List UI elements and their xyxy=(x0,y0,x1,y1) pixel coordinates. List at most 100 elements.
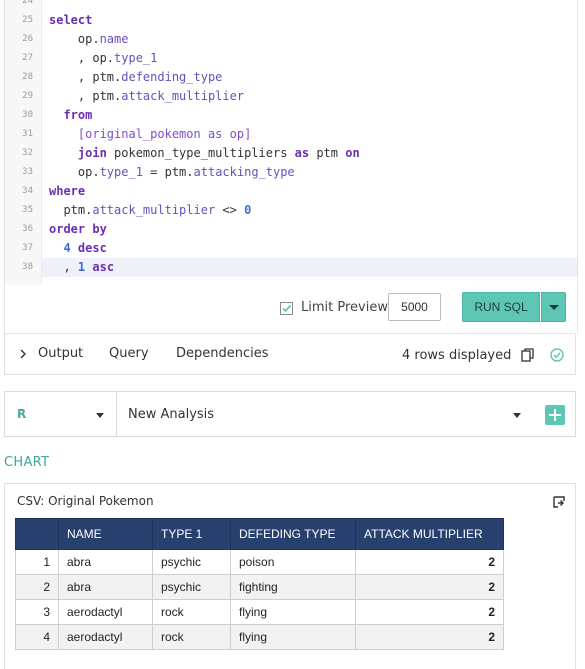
export-icon[interactable] xyxy=(553,496,565,508)
column-header[interactable]: DEFEDING TYPE xyxy=(230,518,356,550)
code-token: , xyxy=(49,260,78,274)
code-token: , op. xyxy=(49,51,115,65)
line-number: 25 xyxy=(22,15,33,25)
code-token: select xyxy=(49,13,93,27)
index-header xyxy=(15,518,59,550)
code-line[interactable]: 27 , op.type_1 xyxy=(5,49,577,68)
table-cell: psychic xyxy=(152,574,231,600)
column-header[interactable]: TYPE 1 xyxy=(152,518,231,550)
code-line[interactable]: 35 ptm.attack_multiplier <> 0 xyxy=(5,201,577,220)
code-token: ptm. xyxy=(49,203,93,217)
table-cell: aerodactyl xyxy=(58,624,153,650)
caret-down-icon xyxy=(549,305,559,310)
code-text[interactable]: , op.type_1 xyxy=(42,49,577,68)
code-token: on xyxy=(345,146,360,160)
code-line[interactable]: 25 select xyxy=(5,11,577,30)
success-check-icon xyxy=(550,348,564,362)
code-token: where xyxy=(49,184,86,198)
dataset-label: CSV: Original Pokemon xyxy=(17,494,154,508)
code-text[interactable]: 4 desc xyxy=(42,239,577,258)
code-text[interactable]: , ptm.attack_multiplier xyxy=(42,87,577,106)
code-token: pokemon_type_multipliers xyxy=(106,146,295,160)
code-token: ptm xyxy=(309,146,346,160)
table-row: 1 abra psychic poison 2 xyxy=(15,549,504,575)
line-number: 33 xyxy=(22,167,33,177)
line-number: 29 xyxy=(22,91,33,101)
code-text[interactable]: order by xyxy=(42,220,577,239)
results-toolbar: Output Query Dependencies 4 rows display… xyxy=(4,333,576,375)
code-text[interactable]: where xyxy=(42,182,577,201)
results-table: NAME TYPE 1 DEFEDING TYPE ATTACK MULTIPL… xyxy=(15,518,504,650)
code-text[interactable]: op.name xyxy=(42,30,577,49)
code-line[interactable]: 32 join pokemon_type_multipliers as ptm … xyxy=(5,144,577,163)
line-number: 36 xyxy=(22,224,33,234)
code-token: [original_pokemon as op] xyxy=(77,127,252,141)
run-sql-button[interactable]: RUN SQL xyxy=(462,292,540,322)
table-header-row: NAME TYPE 1 DEFEDING TYPE ATTACK MULTIPL… xyxy=(15,518,504,550)
code-token: <> xyxy=(215,203,245,217)
line-number: 38 xyxy=(22,262,33,272)
tab-dependencies[interactable]: Dependencies xyxy=(176,346,269,361)
table-cell: 2 xyxy=(355,574,504,600)
code-line[interactable]: 30 from xyxy=(5,106,577,125)
table-cell: abra xyxy=(58,549,153,575)
code-text[interactable]: op.type_1 = ptm.attacking_type xyxy=(42,163,577,182)
line-number: 34 xyxy=(22,186,33,196)
run-options-dropdown[interactable] xyxy=(541,292,566,322)
code-line[interactable]: 31 [original_pokemon as op] xyxy=(5,125,577,144)
add-analysis-button[interactable] xyxy=(545,405,565,425)
code-line[interactable]: 33 op.type_1 = ptm.attacking_type xyxy=(5,163,577,182)
line-number: 28 xyxy=(22,72,33,82)
code-token: 4 xyxy=(63,241,71,255)
code-text[interactable]: , ptm.defending_type xyxy=(42,68,577,87)
code-token: , ptm. xyxy=(49,89,122,103)
limit-input[interactable] xyxy=(388,293,441,321)
language-select[interactable]: R xyxy=(5,392,117,436)
table-cell: rock xyxy=(152,624,231,650)
code-token: op. xyxy=(49,165,100,179)
table-cell: poison xyxy=(230,549,356,575)
copy-icon[interactable] xyxy=(521,348,535,362)
sql-editor[interactable]: 24 25 select 26 op.name 27 , op.type_1 28 , p… xyxy=(4,0,578,333)
code-text[interactable]: select xyxy=(42,11,577,30)
limit-preview-label[interactable]: Limit Preview xyxy=(301,300,388,315)
code-text[interactable]: , 1 asc xyxy=(42,258,577,277)
tab-output[interactable]: Output xyxy=(38,346,83,361)
code-text[interactable]: from xyxy=(42,106,577,125)
code-line[interactable]: 36 order by xyxy=(5,220,577,239)
column-header[interactable]: ATTACK MULTIPLIER xyxy=(355,518,504,550)
line-number: 24 xyxy=(22,0,33,6)
line-number: 31 xyxy=(22,129,33,139)
code-line[interactable]: 28 , ptm.defending_type xyxy=(5,68,577,87)
code-text[interactable]: join pokemon_type_multipliers as ptm on xyxy=(42,144,577,163)
limit-preview-checkbox[interactable] xyxy=(280,302,293,315)
code-line[interactable]: 38 , 1 asc xyxy=(5,258,577,277)
code-area[interactable]: 24 25 select 26 op.name 27 , op.type_1 28 , p… xyxy=(5,0,577,285)
chevron-right-icon[interactable] xyxy=(19,348,27,360)
code-text[interactable] xyxy=(42,0,577,11)
code-line[interactable]: 24 xyxy=(5,0,577,11)
caret-down-icon[interactable] xyxy=(513,413,521,418)
code-token: name xyxy=(99,32,129,46)
editor-controls: Limit Preview RUN SQL xyxy=(5,285,577,333)
code-token: type_1 xyxy=(114,51,158,65)
code-line[interactable]: 29 , ptm.attack_multiplier xyxy=(5,87,577,106)
analysis-select[interactable]: New Analysis xyxy=(128,407,214,422)
rows-displayed-count: 4 rows displayed xyxy=(402,348,512,363)
table-cell: rock xyxy=(152,599,231,625)
code-line[interactable]: 34 where xyxy=(5,182,577,201)
tab-query[interactable]: Query xyxy=(109,346,149,361)
code-text[interactable]: ptm.attack_multiplier <> 0 xyxy=(42,201,577,220)
code-token: op. xyxy=(49,32,100,46)
code-text[interactable]: [original_pokemon as op] xyxy=(42,125,577,144)
code-line[interactable]: 37 4 desc xyxy=(5,239,577,258)
column-header[interactable]: NAME xyxy=(58,518,153,550)
row-index: 3 xyxy=(15,599,59,625)
code-line[interactable]: 26 op.name xyxy=(5,30,577,49)
analysis-bar: R New Analysis xyxy=(4,391,576,437)
